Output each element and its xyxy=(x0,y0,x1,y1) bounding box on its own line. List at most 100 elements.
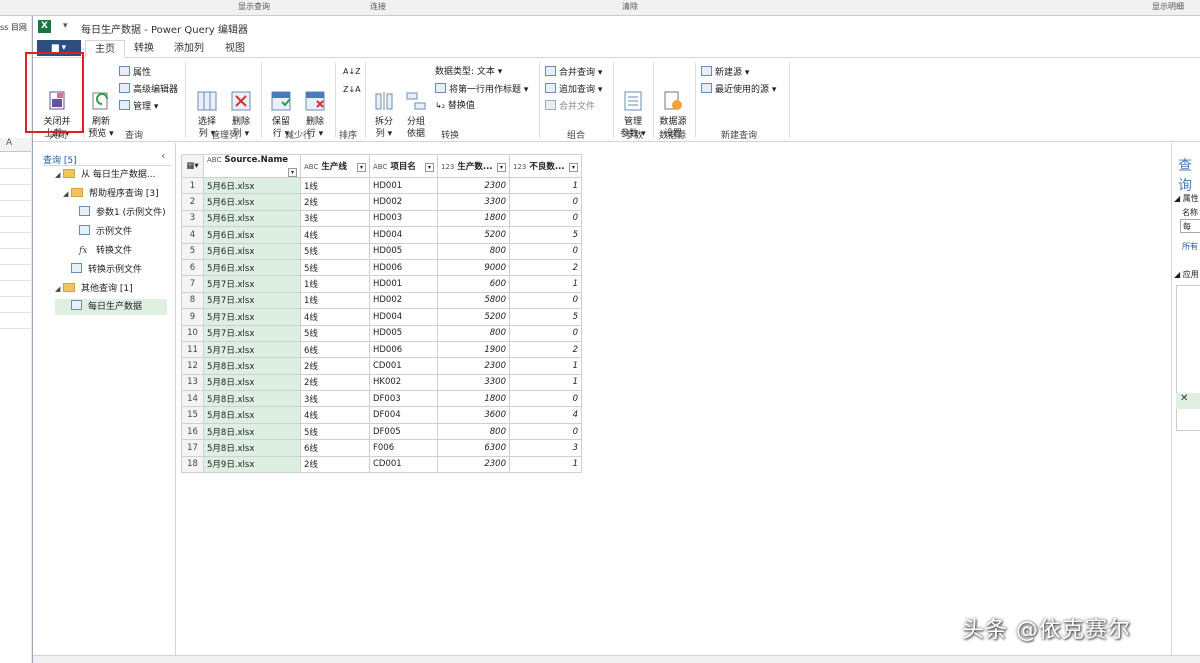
column-header[interactable]: ABC 项目名 ▾ xyxy=(369,154,438,178)
refresh-preview-button[interactable]: 刷新 预览 ▾ xyxy=(85,66,117,140)
row-number[interactable]: 7 xyxy=(181,275,204,293)
table-cell[interactable]: 800 xyxy=(437,324,510,342)
query-group-helper[interactable]: ◢ 帮助程序查询 [3] xyxy=(63,186,159,202)
table-cell[interactable]: 6线 xyxy=(300,439,370,457)
table-cell[interactable]: 5线 xyxy=(300,422,370,441)
table-cell[interactable]: 1线 xyxy=(300,291,370,310)
row-number[interactable]: 16 xyxy=(181,422,204,441)
table-row[interactable]: 2 5月6日.xlsx 2线 HD002 3300 0 xyxy=(181,193,582,211)
table-row[interactable]: 17 5月8日.xlsx 6线 F006 6300 3 xyxy=(181,439,582,457)
row-number[interactable]: 10 xyxy=(181,324,204,342)
table-cell[interactable]: 5月6日.xlsx xyxy=(203,176,301,195)
table-cell[interactable]: HD006 xyxy=(369,340,438,359)
group-by-button[interactable]: 分组 依据 xyxy=(401,66,431,140)
split-column-button[interactable]: 拆分 列 ▾ xyxy=(369,66,399,140)
row-number[interactable]: 8 xyxy=(181,291,204,310)
name-input[interactable]: 每 xyxy=(1180,219,1200,233)
table-row[interactable]: 11 5月7日.xlsx 6线 HD006 1900 2 xyxy=(181,340,582,359)
table-cell[interactable]: 1 xyxy=(509,357,582,375)
table-cell[interactable]: 5月6日.xlsx xyxy=(203,193,301,211)
table-cell[interactable]: 5月8日.xlsx xyxy=(203,373,301,392)
row-number[interactable]: 15 xyxy=(181,406,204,424)
table-cell[interactable]: 0 xyxy=(509,193,582,211)
column-filter-icon[interactable]: ▾ xyxy=(569,163,578,172)
column-type-icon[interactable]: 123 xyxy=(441,163,454,171)
data-type-dropdown[interactable]: 数据类型: 文本 ▾ xyxy=(435,66,502,78)
column-header[interactable]: 123 不良数... ▾ xyxy=(509,154,582,178)
table-cell[interactable]: 2线 xyxy=(300,193,370,211)
row-number[interactable]: 3 xyxy=(181,209,204,228)
table-cell[interactable]: 2线 xyxy=(300,357,370,375)
row-number[interactable]: 11 xyxy=(181,340,204,359)
table-cell[interactable]: 1线 xyxy=(300,275,370,293)
table-cell[interactable]: 4线 xyxy=(300,226,370,244)
query-group-from-folder[interactable]: ◢ 从 每日生产数据... xyxy=(55,167,155,183)
query-item-param1[interactable]: 参数1 (示例文件) xyxy=(79,205,166,221)
table-cell[interactable]: 2 xyxy=(509,258,582,277)
table-row[interactable]: 4 5月6日.xlsx 4线 HD004 5200 5 xyxy=(181,226,582,244)
column-header[interactable]: ABC Source.Name ▾ xyxy=(203,154,301,178)
table-cell[interactable]: 5月8日.xlsx xyxy=(203,422,301,441)
sort-descending-button[interactable]: Z↓A xyxy=(343,84,361,96)
table-cell[interactable]: 5月7日.xlsx xyxy=(203,340,301,359)
table-cell[interactable]: 0 xyxy=(509,324,582,342)
table-cell[interactable]: 3600 xyxy=(437,406,510,424)
table-row[interactable]: 8 5月7日.xlsx 1线 HD002 5800 0 xyxy=(181,291,582,310)
row-number[interactable]: 12 xyxy=(181,357,204,375)
applied-step-selected[interactable]: ✕ xyxy=(1176,393,1200,409)
use-first-row-header-button[interactable]: 将第一行用作标题 ▾ xyxy=(435,83,528,96)
replace-values-button[interactable]: ↳₂ 替换值 xyxy=(435,100,475,112)
table-cell[interactable]: 2300 xyxy=(437,455,510,474)
table-cell[interactable]: 1800 xyxy=(437,390,510,408)
table-cell[interactable]: 5200 xyxy=(437,226,510,244)
combine-files-button[interactable]: 合并文件 xyxy=(545,100,595,113)
table-cell[interactable]: 9000 xyxy=(437,258,510,277)
table-cell[interactable]: 5线 xyxy=(300,258,370,277)
advanced-editor-button[interactable]: 高级编辑器 xyxy=(119,83,178,96)
table-row[interactable]: 15 5月8日.xlsx 4线 DF004 3600 4 xyxy=(181,406,582,424)
table-row[interactable]: 18 5月9日.xlsx 2线 CD001 2300 1 xyxy=(181,455,582,474)
table-cell[interactable]: 600 xyxy=(437,275,510,293)
recent-sources-button[interactable]: 最近使用的源 ▾ xyxy=(701,83,776,96)
table-cell[interactable]: F006 xyxy=(369,439,438,457)
table-cell[interactable]: 4线 xyxy=(300,308,370,326)
row-number[interactable]: 6 xyxy=(181,258,204,277)
table-cell[interactable]: 4线 xyxy=(300,406,370,424)
table-row[interactable]: 10 5月7日.xlsx 5线 HD005 800 0 xyxy=(181,324,582,342)
table-cell[interactable]: 3300 xyxy=(437,193,510,211)
row-number[interactable]: 1 xyxy=(181,176,204,195)
table-row[interactable]: 14 5月8日.xlsx 3线 DF003 1800 0 xyxy=(181,390,582,408)
table-cell[interactable]: 5 xyxy=(509,226,582,244)
column-header[interactable]: ABC 生产线 ▾ xyxy=(300,154,370,178)
table-cell[interactable]: 5200 xyxy=(437,308,510,326)
table-row[interactable]: 6 5月6日.xlsx 5线 HD006 9000 2 xyxy=(181,258,582,277)
table-cell[interactable]: 2线 xyxy=(300,455,370,474)
table-cell[interactable]: 3300 xyxy=(437,373,510,392)
table-cell[interactable]: HD001 xyxy=(369,275,438,293)
query-item-daily-data[interactable]: 每日生产数据 xyxy=(55,299,167,315)
table-row[interactable]: 16 5月8日.xlsx 5线 DF005 800 0 xyxy=(181,422,582,441)
collapse-pane-icon[interactable]: ‹ xyxy=(161,149,165,162)
row-number[interactable]: 13 xyxy=(181,373,204,392)
table-cell[interactable]: HD006 xyxy=(369,258,438,277)
table-cell[interactable]: 0 xyxy=(509,422,582,441)
column-type-icon[interactable]: ABC xyxy=(373,163,387,171)
table-cell[interactable]: 5月7日.xlsx xyxy=(203,275,301,293)
table-cell[interactable]: HD005 xyxy=(369,324,438,342)
table-cell[interactable]: 5月9日.xlsx xyxy=(203,455,301,474)
table-cell[interactable]: 2线 xyxy=(300,373,370,392)
append-queries-button[interactable]: 追加查询 ▾ xyxy=(545,83,602,96)
table-cell[interactable]: 1 xyxy=(509,275,582,293)
row-number[interactable]: 9 xyxy=(181,308,204,326)
table-cell[interactable]: 5月7日.xlsx xyxy=(203,308,301,326)
table-cell[interactable]: 1900 xyxy=(437,340,510,359)
table-cell[interactable]: 2300 xyxy=(437,176,510,195)
table-cell[interactable]: 5月6日.xlsx xyxy=(203,258,301,277)
table-cell[interactable]: 5月8日.xlsx xyxy=(203,439,301,457)
tab-add-column[interactable]: 添加列 xyxy=(165,40,213,58)
properties-section[interactable]: ◢ 属性 xyxy=(1174,193,1199,204)
table-cell[interactable]: 1800 xyxy=(437,209,510,228)
column-type-icon[interactable]: ABC xyxy=(207,156,221,164)
table-cell[interactable]: 1 xyxy=(509,373,582,392)
row-number[interactable]: 5 xyxy=(181,242,204,260)
